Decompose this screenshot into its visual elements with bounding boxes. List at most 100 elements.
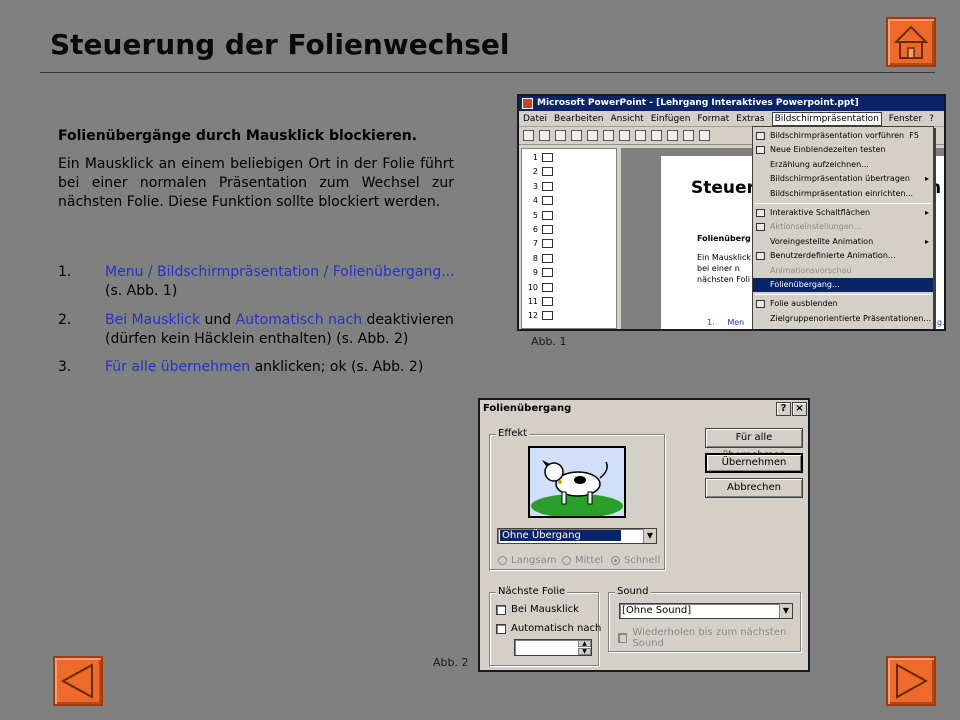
slide-icon <box>542 253 553 263</box>
paste-icon[interactable] <box>651 130 662 141</box>
slide-title: Steuer h <box>691 178 942 198</box>
title-divider <box>40 72 935 73</box>
open-icon[interactable] <box>539 130 550 141</box>
slide-icon <box>542 153 553 162</box>
outline-slide[interactable]: 4 <box>526 196 553 206</box>
close-button[interactable]: × <box>792 402 807 416</box>
apply-all-button[interactable]: Für alle übernehmen <box>705 428 803 461</box>
menu-item[interactable]: Bildschirmpräsentation übertragen ▸ <box>753 172 933 186</box>
step-number: 2. <box>58 312 72 328</box>
speed-slow-radio[interactable]: Langsam <box>498 555 556 566</box>
outline-slide[interactable]: 2 <box>526 167 553 177</box>
menu-item[interactable]: Animationsvorschau <box>753 264 933 278</box>
menu-item[interactable]: Benutzerdefinierte Animation... <box>753 249 933 263</box>
step-link[interactable]: Automatisch nach <box>236 312 362 328</box>
menu-item[interactable]: Extras <box>736 111 764 126</box>
transition-preview <box>528 446 626 518</box>
new-icon[interactable] <box>523 130 534 141</box>
redo-icon[interactable] <box>699 130 710 141</box>
spin-up-icon[interactable]: ▲ <box>578 640 591 647</box>
outline-slide[interactable]: 7 <box>526 239 553 249</box>
copy-icon[interactable] <box>635 130 646 141</box>
menu-item[interactable]: Voreingestellte Animation ▸ <box>753 235 933 249</box>
outline-slide[interactable]: 11 <box>526 297 553 306</box>
slide-outline: 1 2 3 4 5 6 7 8 9 10 11 12 <box>521 148 617 329</box>
auto-time-spinner[interactable]: ▲ ▼ <box>514 639 592 656</box>
previous-slide-button[interactable] <box>53 656 103 706</box>
chevron-down-icon[interactable]: ▼ <box>643 529 656 543</box>
intro-text: Ein Mausklick an einem beliebigen Ort in… <box>58 156 454 210</box>
outline-slide[interactable]: 9 <box>526 268 553 278</box>
page-title: Steuerung der Folienwechsel <box>50 28 510 61</box>
undo-icon[interactable] <box>683 130 694 141</box>
step-conjunction: und <box>200 312 236 328</box>
ppt-menu-bar: Datei Bearbeiten Ansicht Einfügen Format Extr… <box>519 111 944 127</box>
automatic-after-checkbox[interactable]: Automatisch nach <box>496 623 601 634</box>
menu-item[interactable]: Ansicht <box>610 111 643 126</box>
menu-item[interactable]: Neue Einblendezeiten testen <box>753 143 933 157</box>
menu-item[interactable]: Aktionseinstellungen... <box>753 220 933 234</box>
step-link[interactable]: Für alle übernehmen <box>105 359 250 375</box>
outline-slide[interactable]: 3 <box>526 181 553 191</box>
loop-sound-checkbox[interactable]: Wiederholen bis zum nächsten Sound <box>618 627 808 649</box>
home-button[interactable] <box>886 17 936 67</box>
slide-list: 1. Meng... <box>707 318 945 327</box>
arrow-left-icon <box>60 663 93 699</box>
sound-label: Sound <box>615 586 651 597</box>
help-button[interactable]: ? <box>776 402 791 416</box>
menu-item[interactable]: Erzählung aufzeichnen... <box>753 158 933 172</box>
cut-icon[interactable] <box>619 130 630 141</box>
figure-2-caption: Abb. 2 <box>433 656 469 669</box>
save-icon[interactable] <box>555 130 566 141</box>
submenu-arrow-icon: ▸ <box>924 236 929 246</box>
menu-item[interactable]: ? <box>929 111 934 126</box>
next-slide-button[interactable] <box>886 656 936 706</box>
menu-item[interactable]: Interaktive Schaltflächen ▸ <box>753 206 933 220</box>
outline-slide[interactable]: 1 <box>526 153 553 162</box>
print-icon[interactable] <box>571 130 582 141</box>
dialog-title: Folienübergang <box>483 403 572 414</box>
menu-item[interactable]: Bildschirmpräsentation <box>771 112 882 126</box>
spelling-icon[interactable] <box>603 130 614 141</box>
speed-medium-radio[interactable]: Mittel <box>562 555 603 566</box>
submenu-arrow-icon: ▸ <box>924 174 929 184</box>
menu-item[interactable]: Zielgruppenorientierte Präsentationen... <box>753 312 933 326</box>
effect-group-label: Effekt <box>496 428 530 439</box>
menu-item[interactable]: Bildschirmpräsentation vorführen F5 <box>753 129 933 143</box>
menu-separator <box>755 294 931 296</box>
format-painter-icon[interactable] <box>667 130 678 141</box>
menu-item[interactable]: Folienübergang... <box>753 277 933 293</box>
effect-select[interactable]: Ohne Übergang ▼ <box>497 528 657 544</box>
menu-item[interactable]: Datei <box>523 111 547 126</box>
outline-slide[interactable]: 6 <box>526 225 553 234</box>
intro-heading: Folienübergänge durch Mausklick blockier… <box>58 128 418 144</box>
arrow-right-icon <box>896 663 929 699</box>
ppt-window-title: Microsoft PowerPoint - [Lehrgang Interak… <box>537 98 859 108</box>
next-slide-label: Nächste Folie <box>496 586 568 597</box>
home-icon <box>894 25 928 59</box>
outline-slide[interactable]: 5 <box>526 210 553 220</box>
menu-separator <box>755 202 931 204</box>
outline-slide[interactable]: 12 <box>526 311 553 321</box>
menu-item[interactable]: Fenster <box>889 111 922 126</box>
step-2: 2. Bei Mausklick und Automatisch nach de… <box>58 311 478 349</box>
cancel-button[interactable]: Abbrechen <box>705 478 803 498</box>
preview-icon[interactable] <box>587 130 598 141</box>
outline-slide[interactable]: 10 <box>526 282 553 292</box>
slide-subtitle: Folienüberg <box>697 234 751 243</box>
speed-fast-radio[interactable]: Schnell <box>611 555 660 566</box>
spin-down-icon[interactable]: ▼ <box>578 648 591 655</box>
outline-slide[interactable]: 8 <box>526 253 553 263</box>
menu-item[interactable]: Folie ausblenden <box>753 297 933 311</box>
menu-item[interactable]: Bildschirmpräsentation einrichten... <box>753 187 933 201</box>
apply-button[interactable]: Übernehmen <box>705 453 803 473</box>
menu-item[interactable]: Einfügen <box>651 111 691 126</box>
step-link[interactable]: Menu / Bildschirmpräsentation / Folienüb… <box>105 264 455 280</box>
slide-icon <box>542 167 553 177</box>
on-mouse-click-checkbox[interactable]: Bei Mausklick <box>496 604 579 615</box>
step-link[interactable]: Bei Mausklick <box>105 312 200 328</box>
chevron-down-icon[interactable]: ▼ <box>779 604 792 618</box>
menu-item[interactable]: Bearbeiten <box>554 111 603 126</box>
menu-item[interactable]: Format <box>697 111 729 126</box>
sound-select[interactable]: [Ohne Sound] ▼ <box>619 603 793 619</box>
